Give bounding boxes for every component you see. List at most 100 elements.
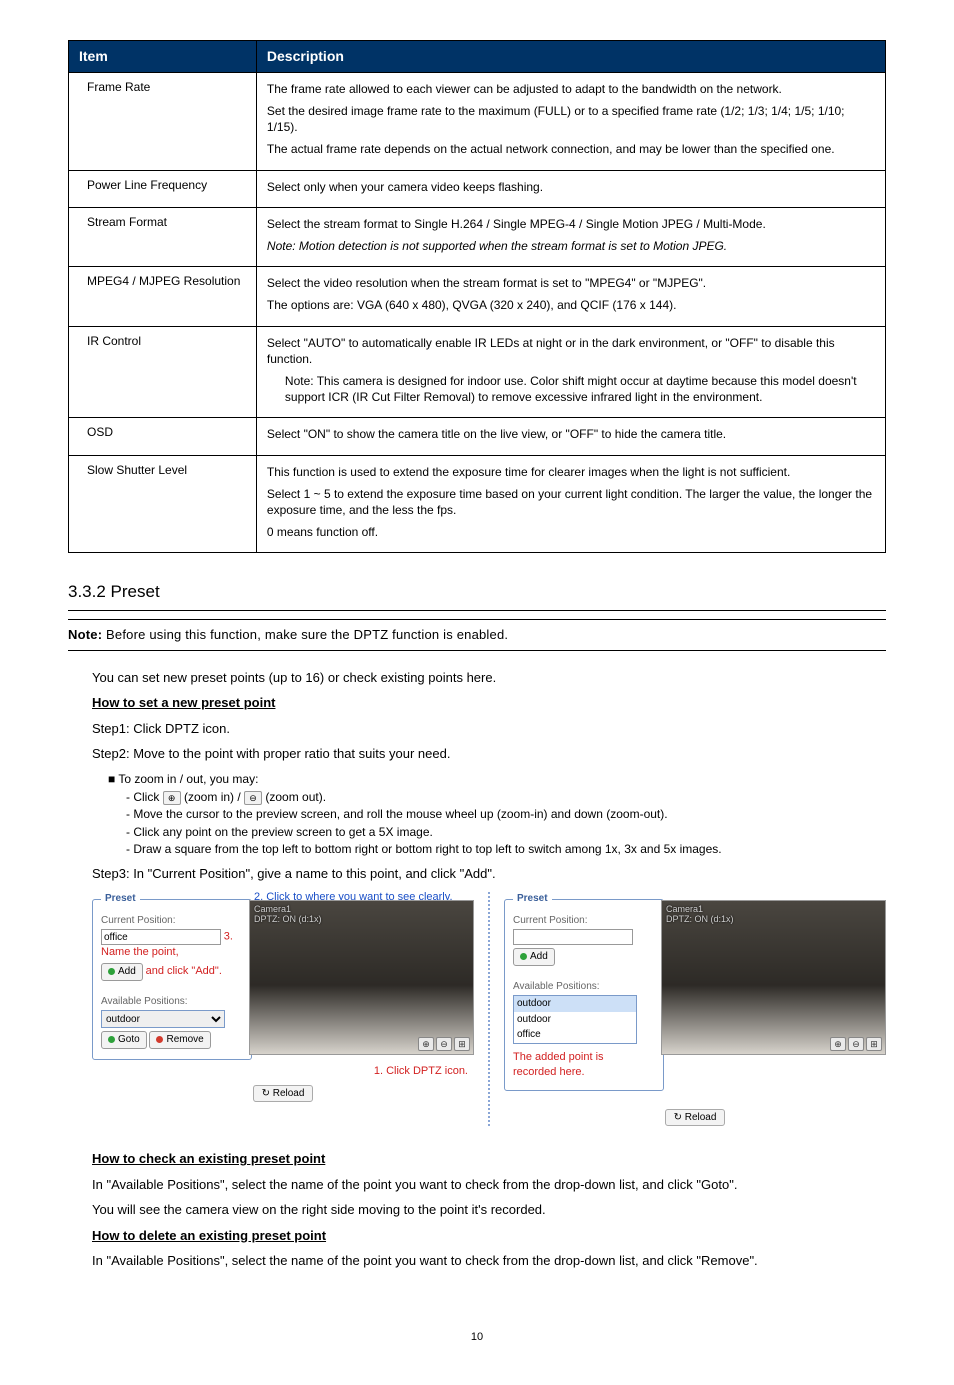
howto-new-heading: How to set a new preset point: [92, 694, 886, 712]
preset-panel-left: 2. Click to where you want to see clearl…: [92, 892, 474, 1126]
preset-gallery: 2. Click to where you want to see clearl…: [92, 892, 886, 1126]
desc-line: Note: Motion detection is not supported …: [267, 238, 875, 254]
preset-fieldset-a: Preset Current Position: 3. Name the poi…: [92, 892, 252, 1059]
item-cell: Power Line Frequency: [69, 170, 257, 207]
add-button-b[interactable]: Add: [513, 948, 555, 966]
desc-line: Select "ON" to show the camera title on …: [267, 426, 875, 442]
note-text: Before using this function, make sure th…: [106, 627, 508, 642]
dptz-grid-button-b[interactable]: ⊞: [866, 1037, 882, 1051]
zoom-lead: To zoom in / out, you may:: [108, 771, 886, 787]
preset-fieldset-b: Preset Current Position: Add Available P…: [504, 892, 664, 1090]
preset-legend-b: Preset: [513, 892, 552, 906]
ann-recorded-2: recorded here.: [513, 1065, 655, 1080]
desc-line: Select 1 ~ 5 to extend the exposure time…: [267, 486, 875, 518]
zoom-out-icon: ⊖: [244, 791, 262, 805]
zoom-in-button-b[interactable]: ⊕: [830, 1037, 846, 1051]
cam-dptz-a: DPTZ: ON (d:1x): [254, 914, 322, 924]
preset-legend-a: Preset: [101, 892, 140, 906]
howto-delete-heading: How to delete an existing preset point: [92, 1227, 886, 1245]
camera-preview-a: Camera1 DPTZ: ON (d:1x) ⊕ ⊖ ⊞: [249, 900, 474, 1055]
ann-click-dptz: 1. Click DPTZ icon.: [92, 1064, 474, 1079]
table-row: OSD Select "ON" to show the camera title …: [69, 418, 886, 455]
desc-line: The frame rate allowed to each viewer ca…: [267, 81, 875, 97]
zoom-in-icon: ⊕: [163, 791, 181, 805]
page-number: 10: [68, 1330, 886, 1345]
available-positions-label-a: Available Positions:: [101, 995, 243, 1009]
item-cell: Frame Rate: [69, 72, 257, 170]
ann-recorded-1: The added point is: [513, 1050, 655, 1065]
item-cell: Slow Shutter Level: [69, 455, 257, 553]
desc-line: Select the video resolution when the str…: [267, 275, 875, 291]
item-cell: MPEG4 / MJPEG Resolution: [69, 267, 257, 326]
desc-line: The actual frame rate depends on the act…: [267, 141, 875, 157]
zoom-in-button[interactable]: ⊕: [418, 1037, 434, 1051]
table-row: IR ControlSelect "AUTO" to automatically…: [69, 326, 886, 418]
ann-click-add: and click "Add".: [146, 965, 222, 977]
dptz-grid-button[interactable]: ⊞: [454, 1037, 470, 1051]
zoom-item-square: - Draw a square from the top left to bot…: [126, 841, 886, 857]
desc-cell: The frame rate allowed to each viewer ca…: [256, 72, 885, 170]
available-positions-label-b: Available Positions:: [513, 980, 655, 994]
col-desc: Description: [256, 41, 885, 73]
cam-dptz-b: DPTZ: ON (d:1x): [666, 914, 734, 924]
col-item: Item: [69, 41, 257, 73]
panel-divider: [488, 892, 490, 1126]
settings-table: Item Description Frame Rate The frame rat…: [68, 40, 886, 553]
goto-button[interactable]: Goto: [101, 1031, 147, 1049]
table-row: Power Line Frequency Select only when you…: [69, 170, 886, 207]
item-cell: OSD: [69, 418, 257, 455]
list-item[interactable]: outdoor: [514, 1012, 636, 1028]
zoom-out-button-b[interactable]: ⊖: [848, 1037, 864, 1051]
desc-cell: Select the video resolution when the str…: [256, 267, 885, 326]
list-item[interactable]: outdoor: [514, 996, 636, 1012]
table-row: MPEG4 / MJPEG Resolution Select the video…: [69, 267, 886, 326]
desc-cell: Select "ON" to show the camera title on …: [256, 418, 885, 455]
desc-line: This function is used to extend the expo…: [267, 464, 875, 480]
camera-preview-b: Camera1 DPTZ: ON (d:1x) ⊕ ⊖ ⊞: [661, 900, 886, 1055]
reload-button-a[interactable]: ↻ Reload: [253, 1085, 314, 1103]
zoom-item-click: - Click ⊕ (zoom in) / ⊖ (zoom out).: [126, 789, 886, 805]
intro-text: You can set new preset points (up to 16)…: [92, 669, 886, 687]
note-box: Note: Before using this function, make s…: [68, 619, 886, 651]
current-position-label-b: Current Position:: [513, 914, 655, 928]
table-row: Stream Format Select the stream format to…: [69, 207, 886, 266]
cam-title-b: Camera1: [666, 904, 703, 914]
zoom-out-button[interactable]: ⊖: [436, 1037, 452, 1051]
note-prefix: Note:: [68, 627, 102, 642]
item-cell: IR Control: [69, 326, 257, 418]
desc-cell: Select only when your camera video keeps…: [256, 170, 885, 207]
desc-line: Set the desired image frame rate to the …: [267, 103, 875, 135]
cam-title-a: Camera1: [254, 904, 291, 914]
howto-check-heading: How to check an existing preset point: [92, 1150, 886, 1168]
desc-line: 0 means function off.: [267, 524, 875, 540]
item-cell: Stream Format: [69, 207, 257, 266]
step2: Step2: Move to the point with proper rat…: [92, 745, 886, 763]
desc-cell: Select the stream format to Single H.264…: [256, 207, 885, 266]
desc-line: Select only when your camera video keeps…: [267, 179, 875, 195]
list-item[interactable]: office: [514, 1027, 636, 1043]
zoom-instructions: To zoom in / out, you may: - Click ⊕ (zo…: [108, 771, 886, 857]
section-title: 3.3.2 Preset: [68, 581, 886, 604]
current-position-label-a: Current Position:: [101, 914, 243, 928]
step3: Step3: In "Current Position", give a nam…: [92, 865, 886, 883]
desc-line: Select the stream format to Single H.264…: [267, 216, 875, 232]
desc-line: The options are: VGA (640 x 480), QVGA (…: [267, 297, 875, 313]
desc-line: Note: This camera is designed for indoor…: [267, 373, 875, 405]
preset-panel-right: Camera1 DPTZ: ON (d:1x) ⊕ ⊖ ⊞ Preset Cur…: [504, 892, 886, 1126]
zoom-item-5x: - Click any point on the preview screen …: [126, 824, 886, 840]
current-position-input-a[interactable]: [101, 929, 221, 945]
current-position-input-b[interactable]: [513, 929, 633, 945]
check-p2: You will see the camera view on the righ…: [92, 1201, 886, 1219]
add-button-a[interactable]: Add: [101, 963, 143, 981]
desc-cell: This function is used to extend the expo…: [256, 455, 885, 553]
refresh-icon: ↻: [674, 1112, 682, 1123]
zoom-item-wheel: - Move the cursor to the preview screen,…: [126, 806, 886, 822]
remove-button[interactable]: Remove: [149, 1031, 210, 1049]
check-p1: In "Available Positions", select the nam…: [92, 1176, 886, 1194]
refresh-icon: ↻: [262, 1088, 270, 1099]
delete-p: In "Available Positions", select the nam…: [92, 1252, 886, 1270]
reload-button-b[interactable]: ↻ Reload: [665, 1109, 726, 1127]
table-row: Slow Shutter Level This function is used …: [69, 455, 886, 553]
available-positions-select-a[interactable]: outdoor: [101, 1010, 225, 1028]
available-positions-list-b[interactable]: outdoor outdoor office: [513, 995, 637, 1044]
